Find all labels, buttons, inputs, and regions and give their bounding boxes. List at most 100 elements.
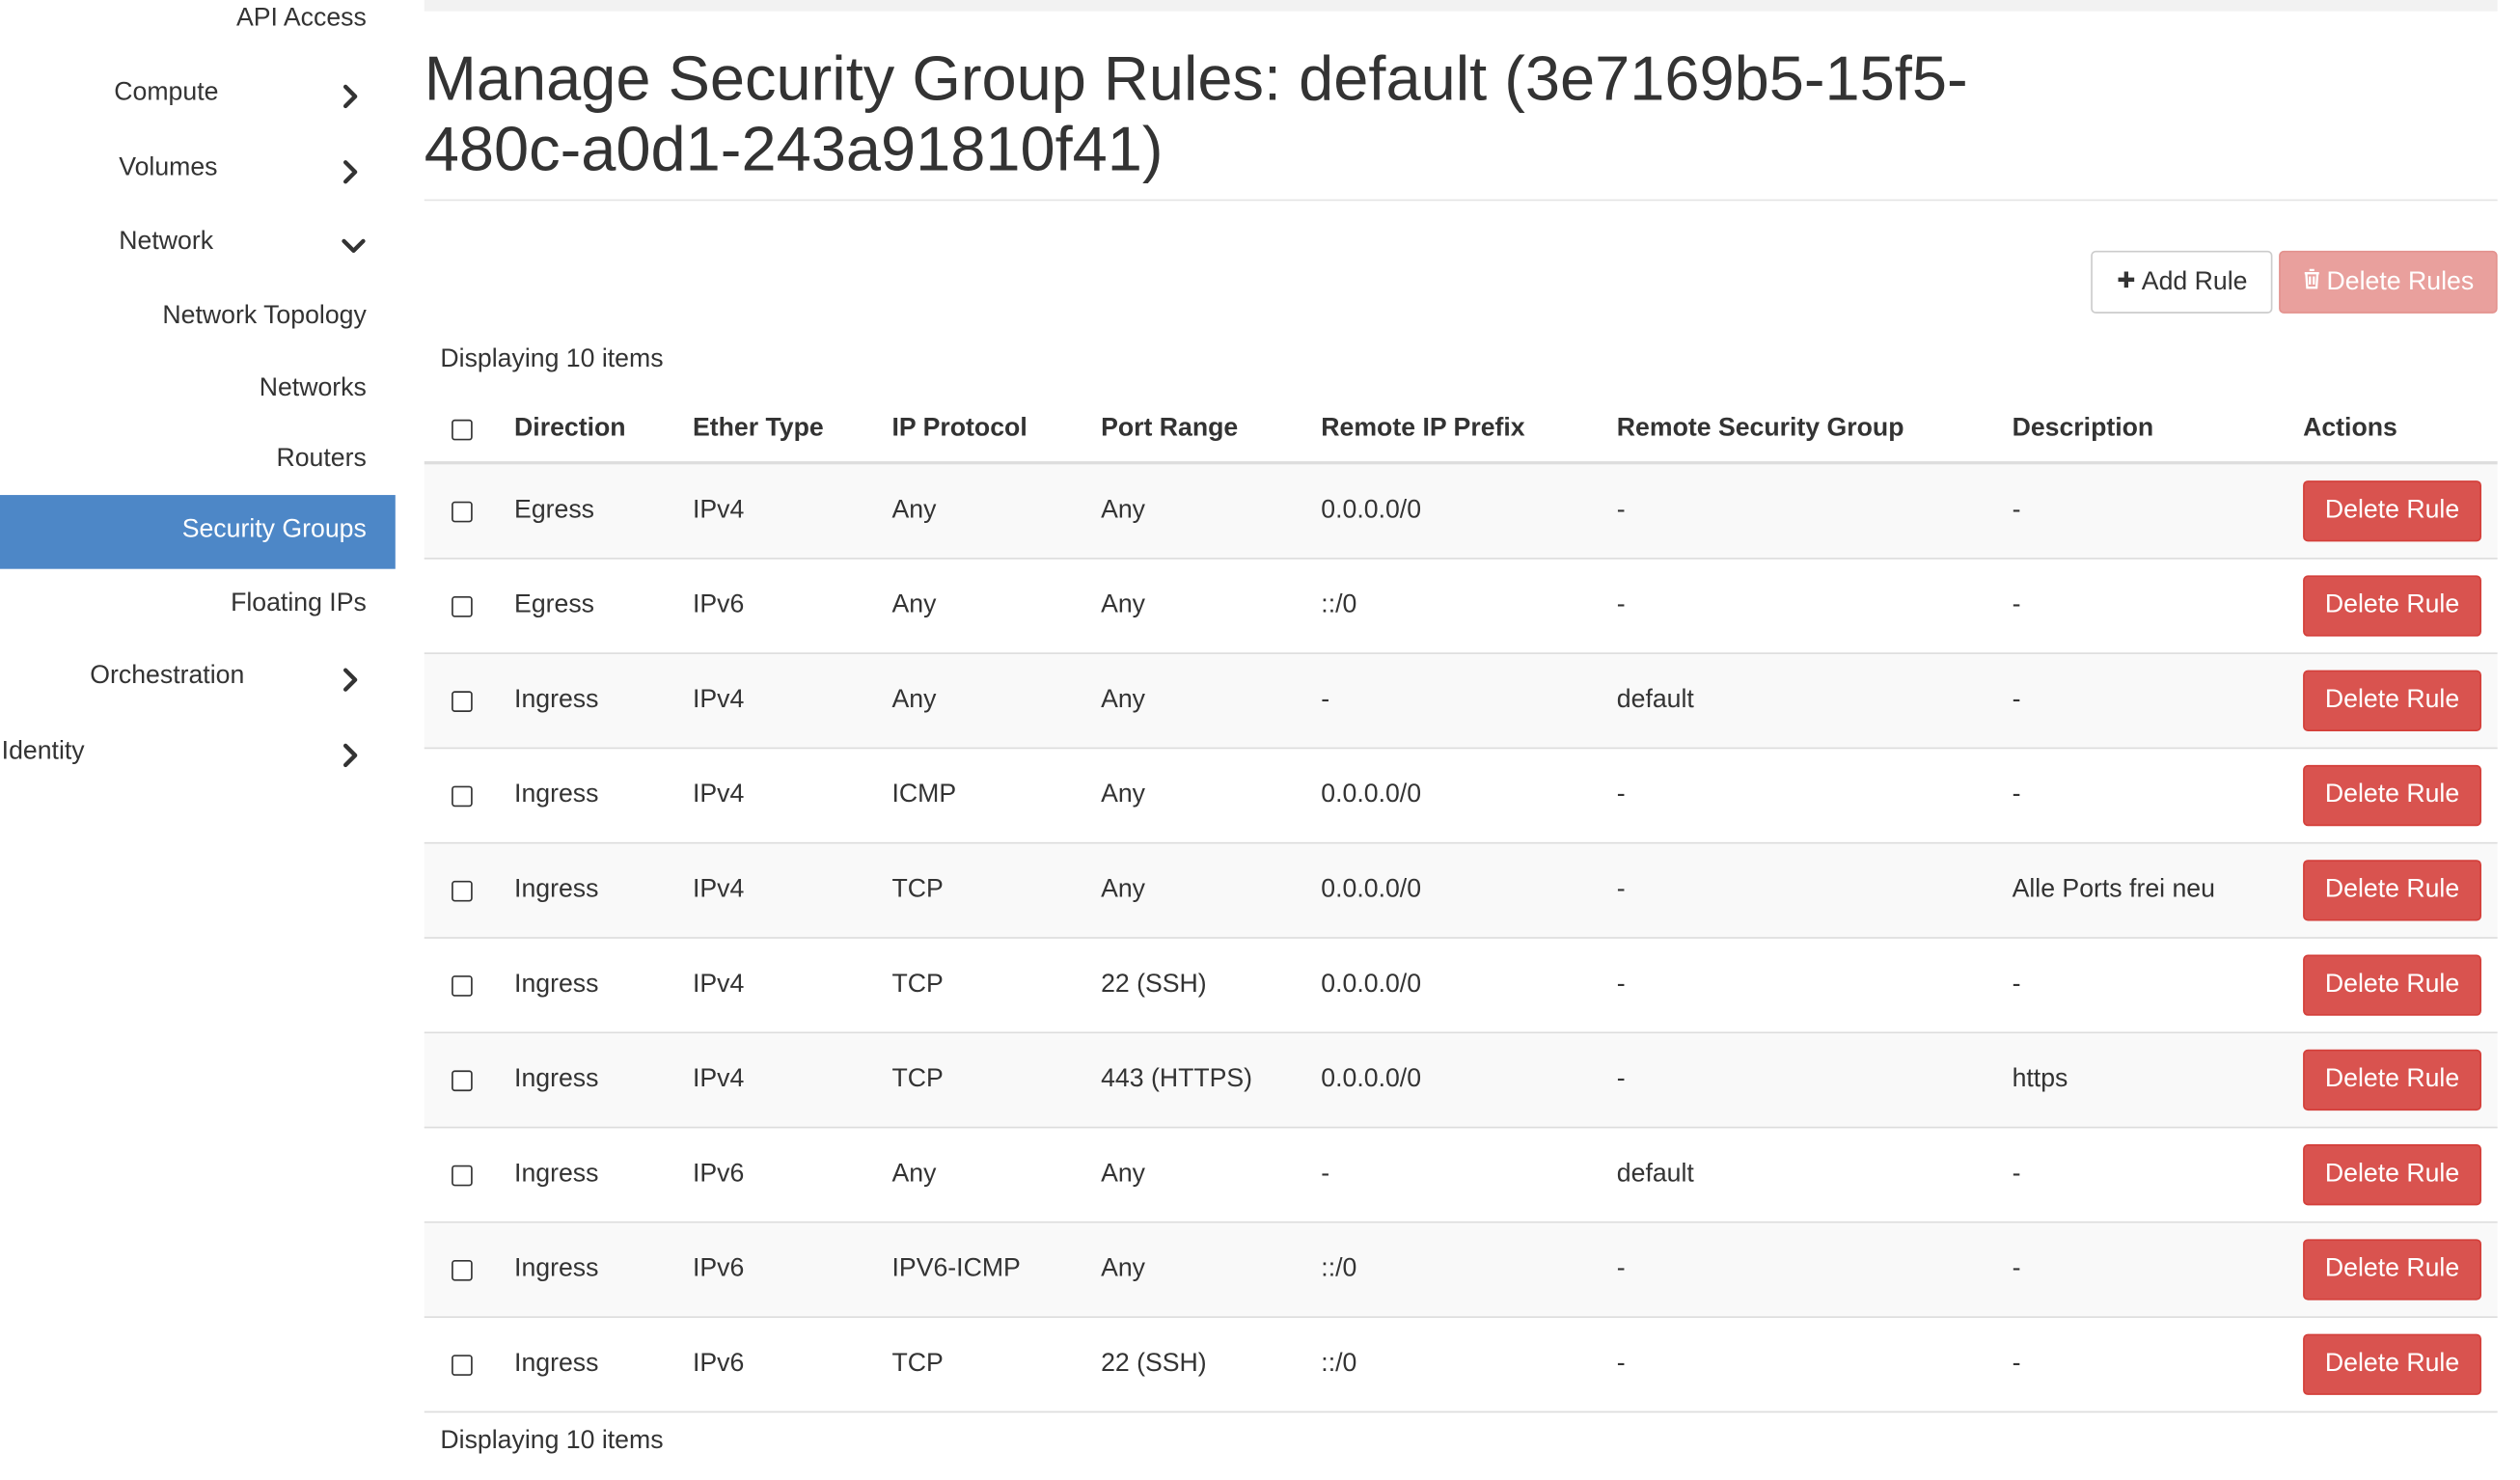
delete-rule-button[interactable]: Delete Rule: [2303, 764, 2481, 827]
row-select-cell: [452, 1223, 473, 1317]
column-header[interactable]: Direction: [514, 397, 626, 461]
port-range-cell: Any: [1101, 781, 1146, 809]
sidebar-item-volumes[interactable]: Volumes: [0, 151, 396, 193]
actions-cell: Delete Rule: [2303, 464, 2481, 558]
row-select-cell: [452, 654, 473, 748]
ether-type-cell: IPv4: [692, 781, 745, 809]
table-row: Egress IPv6 Any Any::/0 - - Delete Rule: [424, 560, 2498, 654]
port-range-cell: 22 (SSH): [1101, 1350, 1207, 1378]
row-checkbox[interactable]: [452, 1259, 473, 1280]
sidebar-item-label: Orchestration: [90, 662, 245, 690]
sidebar-item-networks[interactable]: Networks: [0, 371, 396, 413]
row-select-cell: [452, 1128, 473, 1221]
remote-ip-prefix-cell: 0.0.0.0/0: [1321, 781, 1422, 809]
remote-security-group-cell: -: [1616, 781, 1626, 809]
ether-type-cell: IPv4: [692, 875, 745, 904]
row-checkbox[interactable]: [452, 880, 473, 901]
delete-rules-button[interactable]: Delete Rules: [2279, 250, 2498, 314]
sidebar: API Access Compute Volumes Network Netwo…: [0, 0, 396, 1480]
delete-rule-button[interactable]: Delete Rule: [2303, 1049, 2481, 1111]
direction-cell: Egress: [514, 591, 595, 619]
actions-cell: Delete Rule: [2303, 1033, 2481, 1127]
delete-rule-button[interactable]: Delete Rule: [2303, 480, 2481, 542]
ip-protocol-cell: IPV6-ICMP: [891, 1254, 1021, 1283]
delete-rule-button[interactable]: Delete Rule: [2303, 1239, 2481, 1301]
sidebar-item-network[interactable]: Network: [0, 225, 396, 266]
delete-rule-button[interactable]: Delete Rule: [2303, 575, 2481, 637]
main-content: Manage Security Group Rules: default (3e…: [424, 0, 2498, 1480]
row-select-cell: [452, 939, 473, 1032]
actions-cell: Delete Rule: [2303, 1223, 2481, 1317]
delete-rule-button[interactable]: Delete Rule: [2303, 1333, 2481, 1395]
delete-rule-button[interactable]: Delete Rule: [2303, 860, 2481, 921]
item-count-bottom: Displaying 10 items: [440, 1427, 664, 1455]
sidebar-item-compute[interactable]: Compute: [0, 75, 396, 117]
row-checkbox[interactable]: [452, 690, 473, 712]
item-count-top: Displaying 10 items: [440, 345, 664, 373]
row-checkbox[interactable]: [452, 1069, 473, 1091]
sidebar-item-identity[interactable]: Identity: [0, 734, 396, 776]
sidebar-item-floating-ips[interactable]: Floating IPs: [0, 587, 396, 628]
sidebar-item-network-topology[interactable]: Network Topology: [0, 299, 396, 341]
table-header: Direction Ether Type IP Protocol Port Ra…: [424, 397, 2498, 465]
row-checkbox[interactable]: [452, 1354, 473, 1376]
row-checkbox[interactable]: [452, 974, 473, 996]
direction-cell: Ingress: [514, 875, 599, 904]
column-header[interactable]: Port Range: [1101, 397, 1238, 461]
row-checkbox[interactable]: [452, 1164, 473, 1186]
title-divider: [424, 199, 2498, 202]
direction-cell: Ingress: [514, 781, 599, 809]
remote-ip-prefix-cell: ::/0: [1321, 1254, 1357, 1283]
remote-ip-prefix-cell: 0.0.0.0/0: [1321, 875, 1422, 904]
remote-security-group-cell: default: [1616, 1160, 1694, 1189]
delete-rule-button[interactable]: Delete Rule: [2303, 1144, 2481, 1206]
delete-rule-button[interactable]: Delete Rule: [2303, 954, 2481, 1016]
ether-type-cell: IPv6: [692, 1350, 745, 1378]
description-cell: -: [2012, 1160, 2021, 1189]
remote-security-group-cell: -: [1616, 875, 1626, 904]
direction-cell: Ingress: [514, 1065, 599, 1093]
sidebar-item-label: Network Topology: [162, 302, 367, 330]
port-range-cell: 22 (SSH): [1101, 971, 1207, 999]
sidebar-item-api-access[interactable]: API Access: [0, 0, 396, 41]
row-select-cell: [452, 1318, 473, 1411]
remote-ip-prefix-cell: ::/0: [1321, 591, 1357, 619]
ether-type-cell: IPv4: [692, 496, 745, 525]
table-row: Ingress IPv4 TCP 22 (SSH) 0.0.0.0/0 - - Delete …: [424, 939, 2498, 1034]
row-checkbox[interactable]: [452, 784, 473, 807]
row-select-cell: [452, 749, 473, 842]
delete-rule-button[interactable]: Delete Rule: [2303, 670, 2481, 731]
sidebar-item-security-groups[interactable]: Security Groups: [0, 495, 396, 569]
remote-security-group-cell: default: [1616, 686, 1694, 714]
actions-cell: Delete Rule: [2303, 749, 2481, 842]
column-header[interactable]: Description: [2013, 397, 2154, 461]
sidebar-item-label: Compute: [114, 78, 219, 106]
add-rule-label: Add Rule: [2141, 267, 2248, 295]
port-range-cell: Any: [1101, 686, 1146, 714]
add-rule-button[interactable]: Add Rule: [2091, 250, 2273, 314]
column-header: Actions: [2303, 414, 2397, 443]
sidebar-item-routers[interactable]: Routers: [0, 442, 396, 483]
actions-cell: Delete Rule: [2303, 844, 2481, 938]
select-all-checkbox[interactable]: [452, 418, 473, 440]
sidebar-item-label: Network: [119, 228, 214, 256]
column-header[interactable]: Remote IP Prefix: [1321, 397, 1524, 461]
row-select-cell: [452, 464, 473, 558]
ether-type-cell: IPv6: [692, 591, 745, 619]
column-header[interactable]: Ether Type: [693, 397, 824, 461]
table-row: Ingress IPv6 Any Any - default - Delete Rule: [424, 1128, 2498, 1223]
table-body: Egress IPv4 Any Any 0.0.0.0/0 - - Delete Rule Eg…: [424, 464, 2498, 1413]
plus-icon: [2116, 267, 2135, 296]
column-header[interactable]: Remote Security Group: [1617, 397, 1904, 461]
ip-protocol-cell: Any: [891, 496, 937, 525]
sidebar-item-label: Identity: [1, 737, 85, 765]
port-range-cell: Any: [1101, 591, 1146, 619]
column-header[interactable]: IP Protocol: [892, 397, 1027, 461]
row-checkbox[interactable]: [452, 500, 473, 522]
header-strip: [424, 0, 2498, 12]
sidebar-item-orchestration[interactable]: Orchestration: [0, 659, 396, 700]
description-cell: -: [2012, 1254, 2021, 1283]
remote-ip-prefix-cell: -: [1321, 686, 1330, 714]
direction-cell: Egress: [514, 496, 595, 525]
row-checkbox[interactable]: [452, 595, 473, 617]
